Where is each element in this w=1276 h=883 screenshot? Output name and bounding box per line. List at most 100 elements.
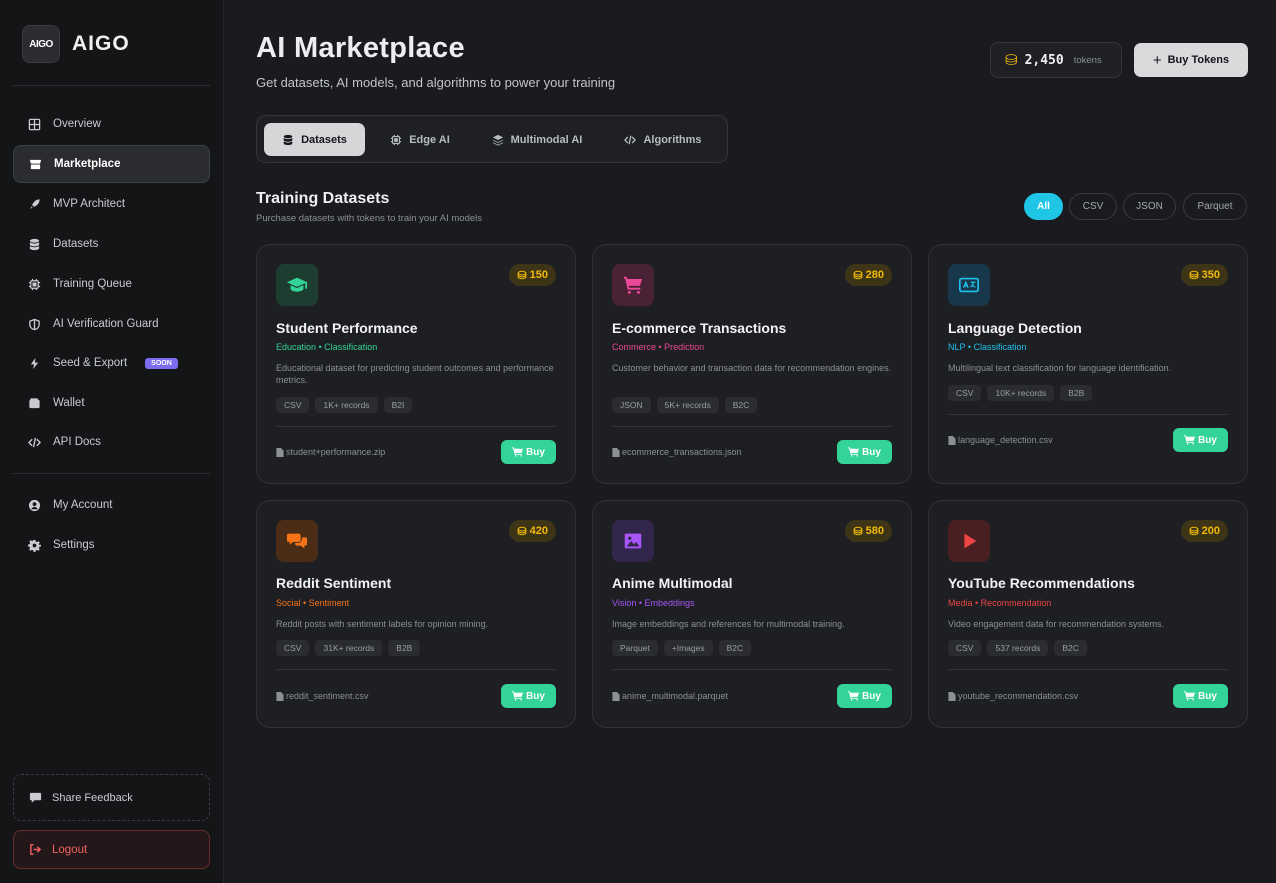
sidebar-item-datasets[interactable]: Datasets bbox=[13, 225, 210, 263]
filter-json[interactable]: JSON bbox=[1123, 193, 1176, 220]
file-label: youtube_recommendation.csv bbox=[958, 691, 1079, 701]
buy-label: Buy bbox=[862, 446, 881, 458]
sidebar-item-overview[interactable]: Overview bbox=[13, 105, 210, 143]
file-icon bbox=[276, 691, 284, 701]
sidebar-item-label: Seed & Export bbox=[53, 357, 128, 369]
card-divider bbox=[612, 426, 892, 427]
sidebar-item-label: Overview bbox=[53, 118, 101, 130]
tab-label: Algorithms bbox=[643, 133, 702, 146]
chip: +Images bbox=[663, 640, 713, 656]
card-chips: CSV 10K+ records B2B bbox=[948, 385, 1093, 401]
sidebar-item-mvp-architect[interactable]: MVP Architect bbox=[13, 185, 210, 223]
tab-label: Multimodal AI bbox=[510, 133, 583, 146]
card-tags: Social • Sentiment bbox=[276, 598, 350, 608]
file-label: student+performance.zip bbox=[286, 447, 386, 457]
price-badge: ⛁ 150 bbox=[509, 264, 556, 286]
card-tags: NLP • Classification bbox=[948, 342, 1027, 352]
file-icon bbox=[276, 447, 284, 457]
chip: B2I bbox=[383, 397, 413, 413]
sidebar-item-seed-export[interactable]: Seed & Export SOON bbox=[13, 344, 210, 382]
sidebar-item-wallet[interactable]: Wallet bbox=[13, 384, 210, 422]
file-name: ecommerce_transactions.json bbox=[612, 447, 742, 457]
file-icon bbox=[612, 691, 620, 701]
sidebar-item-label: API Docs bbox=[53, 436, 101, 448]
chip-icon bbox=[391, 134, 402, 145]
sidebar-item-api-docs[interactable]: API Docs bbox=[13, 423, 210, 461]
lightning-icon bbox=[30, 357, 39, 369]
buy-button[interactable]: Buy bbox=[1173, 684, 1228, 708]
sidebar-item-label: Settings bbox=[53, 539, 95, 551]
buy-button[interactable]: Buy bbox=[837, 684, 892, 708]
cart-icon bbox=[512, 691, 524, 701]
tab-datasets[interactable]: Datasets bbox=[264, 123, 365, 156]
logout-label: Logout bbox=[52, 843, 88, 856]
chip: CSV bbox=[276, 397, 310, 413]
token-balance: ⛁ 2,450 tokens bbox=[990, 42, 1122, 78]
file-name: youtube_recommendation.csv bbox=[948, 691, 1078, 701]
sidebar: AIGO AIGO Overview Marketplace MVP Archi… bbox=[0, 0, 224, 883]
chip: 5K+ records bbox=[656, 397, 719, 413]
sidebar-item-settings[interactable]: Settings bbox=[13, 526, 210, 564]
logout-icon bbox=[30, 844, 42, 855]
buy-button[interactable]: Buy bbox=[837, 440, 892, 464]
tab-edge-ai[interactable]: Edge AI bbox=[374, 123, 466, 156]
brand-name: AIGO bbox=[72, 32, 130, 55]
chip: B2B bbox=[1060, 385, 1093, 401]
chip: Parquet bbox=[612, 640, 658, 656]
sidebar-item-my-account[interactable]: My Account bbox=[13, 486, 210, 524]
grid-icon bbox=[28, 118, 41, 130]
share-feedback-button[interactable]: Share Feedback bbox=[13, 774, 210, 821]
buy-label: Buy bbox=[862, 690, 881, 702]
logout-button[interactable]: Logout bbox=[13, 830, 210, 869]
price-value: 420 bbox=[529, 525, 548, 537]
file-name: anime_multimodal.parquet bbox=[612, 691, 728, 701]
buy-tokens-label: Buy Tokens bbox=[1167, 54, 1230, 66]
section-title: Training Datasets bbox=[256, 190, 390, 207]
filter-parquet[interactable]: Parquet bbox=[1183, 193, 1247, 220]
share-feedback-label: Share Feedback bbox=[52, 791, 133, 804]
coins-icon: ⛁ bbox=[853, 269, 863, 282]
card-tags: Vision • Embeddings bbox=[612, 598, 695, 608]
tab-algorithms[interactable]: Algorithms bbox=[607, 123, 719, 156]
filter-csv[interactable]: CSV bbox=[1069, 193, 1117, 220]
buy-tokens-button[interactable]: + Buy Tokens bbox=[1134, 43, 1248, 77]
brand-logo[interactable]: AIGO AIGO bbox=[22, 25, 130, 63]
gear-icon bbox=[28, 539, 41, 552]
price-badge: ⛁ 200 bbox=[1181, 520, 1228, 542]
card-title: YouTube Recommendations bbox=[948, 575, 1135, 591]
file-label: anime_multimodal.parquet bbox=[622, 691, 729, 701]
database-icon bbox=[29, 238, 40, 250]
tab-multimodal-ai[interactable]: Multimodal AI bbox=[477, 123, 597, 156]
sidebar-item-ai-verification-guard[interactable]: AI Verification Guard bbox=[13, 305, 210, 343]
buy-label: Buy bbox=[1198, 434, 1217, 446]
buy-button[interactable]: Buy bbox=[501, 684, 556, 708]
price-value: 280 bbox=[865, 269, 884, 281]
sidebar-item-label: Marketplace bbox=[54, 158, 121, 170]
sidebar-item-marketplace[interactable]: Marketplace bbox=[13, 145, 210, 183]
card-tags: Media • Recommendation bbox=[948, 598, 1052, 608]
page-title: AI Marketplace bbox=[256, 32, 465, 64]
card-title: Anime Multimodal bbox=[612, 575, 733, 591]
buy-label: Buy bbox=[526, 446, 545, 458]
buy-button[interactable]: Buy bbox=[501, 440, 556, 464]
card-chips: JSON 5K+ records B2C bbox=[612, 397, 758, 413]
chip: JSON bbox=[612, 397, 651, 413]
chip: B2B bbox=[388, 640, 421, 656]
buy-button[interactable]: Buy bbox=[1173, 428, 1228, 452]
logo-icon: AIGO bbox=[22, 25, 60, 63]
file-label: language_detection.csv bbox=[958, 435, 1053, 445]
sidebar-divider bbox=[13, 473, 210, 474]
card-tags: Commerce • Prediction bbox=[612, 342, 705, 352]
filter-all[interactable]: All bbox=[1024, 193, 1063, 220]
card-title: Reddit Sentiment bbox=[276, 575, 392, 591]
tab-label: Datasets bbox=[301, 133, 347, 146]
chip: 31K+ records bbox=[315, 640, 383, 656]
card-title: E-commerce Transactions bbox=[612, 320, 787, 336]
code-icon bbox=[28, 437, 41, 447]
price-badge: ⛁ 580 bbox=[845, 520, 892, 542]
dataset-card-ecommerce-transactions: ⛁ 280 E-commerce Transactions Commerce • … bbox=[592, 244, 912, 484]
database-icon bbox=[283, 134, 293, 145]
coins-icon: ⛁ bbox=[1189, 269, 1199, 282]
section-subtitle: Purchase datasets with tokens to train y… bbox=[256, 213, 483, 224]
sidebar-item-training-queue[interactable]: Training Queue bbox=[13, 265, 210, 303]
